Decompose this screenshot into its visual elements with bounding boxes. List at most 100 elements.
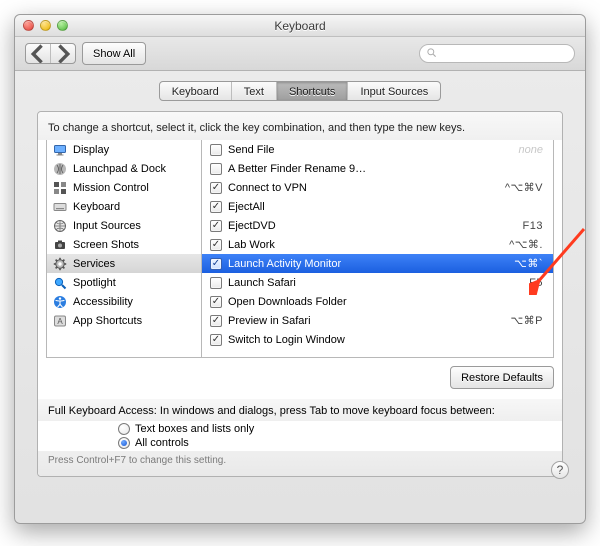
shortcut-value[interactable]: ^⌥⌘V — [505, 181, 547, 194]
service-checkbox[interactable] — [210, 334, 222, 346]
service-checkbox[interactable] — [210, 163, 222, 175]
service-checkbox[interactable] — [210, 239, 222, 251]
service-row[interactable]: Switch to Login Window — [202, 330, 553, 349]
window-titlebar: Keyboard — [15, 15, 585, 37]
fka-radio-1[interactable] — [118, 423, 130, 435]
help-button[interactable]: ? — [551, 461, 569, 479]
service-row[interactable]: Launch SafariF5 — [202, 273, 553, 292]
category-input-sources[interactable]: Input Sources — [47, 216, 201, 235]
shortcut-value[interactable]: F13 — [523, 220, 547, 232]
service-checkbox[interactable] — [210, 220, 222, 232]
globe-icon — [53, 219, 67, 233]
service-checkbox[interactable] — [210, 277, 222, 289]
tab-keyboard[interactable]: Keyboard — [160, 82, 231, 100]
category-mission-control[interactable]: Mission Control — [47, 178, 201, 197]
back-button[interactable] — [26, 44, 50, 63]
category-label: Services — [73, 258, 115, 270]
restore-defaults-button[interactable]: Restore Defaults — [450, 366, 554, 389]
window-controls — [23, 20, 68, 31]
forward-button[interactable] — [50, 44, 75, 63]
category-label: Accessibility — [73, 296, 133, 308]
category-label: Mission Control — [73, 182, 149, 194]
service-row[interactable]: Send Filenone — [202, 140, 553, 159]
shortcut-value[interactable]: ^⌥⌘. — [509, 238, 547, 251]
shortcut-value[interactable]: ⌥⌘P — [510, 314, 547, 327]
service-name: Switch to Login Window — [228, 334, 547, 346]
shortcut-none: none — [519, 144, 547, 156]
instruction-text: To change a shortcut, select it, click t… — [38, 112, 562, 140]
service-checkbox[interactable] — [210, 315, 222, 327]
category-label: Launchpad & Dock — [73, 163, 166, 175]
category-keyboard[interactable]: Keyboard — [47, 197, 201, 216]
tab-shortcuts[interactable]: Shortcuts — [276, 82, 347, 100]
display-icon — [53, 143, 67, 157]
shortcut-value[interactable]: F5 — [529, 277, 547, 289]
content-area: KeyboardTextShortcutsInput Sources To ch… — [15, 71, 585, 491]
fka-option-all[interactable]: All controls — [118, 437, 562, 449]
category-list[interactable]: Display Launchpad & Dock Mission Control Ke… — [46, 140, 202, 358]
category-launchpad-dock[interactable]: Launchpad & Dock — [47, 159, 201, 178]
shortcuts-pane: To change a shortcut, select it, click t… — [37, 111, 563, 477]
service-row[interactable]: Lab Work^⌥⌘. — [202, 235, 553, 254]
shortcut-value[interactable]: ⌥⌘` — [514, 257, 547, 270]
service-name: Open Downloads Folder — [228, 296, 547, 308]
service-row[interactable]: EjectDVD F13 — [202, 216, 553, 235]
category-label: App Shortcuts — [73, 315, 142, 327]
category-label: Keyboard — [73, 201, 120, 213]
category-accessibility[interactable]: Accessibility — [47, 292, 201, 311]
fka-hint: Press Control+F7 to change this setting. — [38, 451, 562, 476]
category-label: Spotlight — [73, 277, 116, 289]
close-icon[interactable] — [23, 20, 34, 31]
category-label: Screen Shots — [73, 239, 139, 251]
zoom-icon[interactable] — [57, 20, 68, 31]
fka-option-textboxes[interactable]: Text boxes and lists only — [118, 423, 562, 435]
launchpad-icon — [53, 162, 67, 176]
tab-input-sources[interactable]: Input Sources — [347, 82, 440, 100]
search-field[interactable] — [419, 44, 575, 63]
service-name: Preview in Safari — [228, 315, 504, 327]
service-checkbox[interactable] — [210, 201, 222, 213]
category-spotlight[interactable]: Spotlight — [47, 273, 201, 292]
prefs-window: Keyboard Show All KeyboardTextShortcutsI… — [14, 14, 586, 524]
service-row[interactable]: Launch Activity Monitor ⌥⌘` — [202, 254, 553, 273]
fka-radio-2[interactable] — [118, 437, 130, 449]
service-name: Launch Activity Monitor — [228, 258, 508, 270]
category-display[interactable]: Display — [47, 140, 201, 159]
full-keyboard-access-options: Text boxes and lists only All controls — [38, 421, 562, 451]
service-name: EjectAll — [228, 201, 547, 213]
gear-icon — [53, 257, 67, 271]
category-label: Input Sources — [73, 220, 141, 232]
service-name: A Better Finder Rename 9… — [228, 163, 547, 175]
service-name: EjectDVD — [228, 220, 517, 232]
show-all-button[interactable]: Show All — [82, 42, 146, 65]
shortcuts-list[interactable]: Send Filenone A Better Finder Rename 9… Co… — [202, 140, 554, 358]
minimize-icon[interactable] — [40, 20, 51, 31]
search-icon — [426, 47, 437, 61]
spotlight-icon — [53, 276, 67, 290]
tab-bar: KeyboardTextShortcutsInput Sources — [37, 81, 563, 101]
service-checkbox[interactable] — [210, 182, 222, 194]
category-services[interactable]: Services — [47, 254, 201, 273]
category-screen-shots[interactable]: Screen Shots — [47, 235, 201, 254]
tab-text[interactable]: Text — [231, 82, 276, 100]
service-name: Connect to VPN — [228, 182, 499, 194]
screenshots-icon — [53, 238, 67, 252]
app-shortcuts-icon: A — [53, 314, 67, 328]
service-row[interactable]: Connect to VPN ^⌥⌘V — [202, 178, 553, 197]
nav-segmented — [25, 43, 76, 64]
category-app-shortcuts[interactable]: A App Shortcuts — [47, 311, 201, 330]
service-checkbox[interactable] — [210, 258, 222, 270]
full-keyboard-access-label: Full Keyboard Access: In windows and dia… — [38, 399, 562, 421]
toolbar: Show All — [15, 37, 585, 71]
search-input[interactable] — [441, 48, 568, 60]
mission-control-icon — [53, 181, 67, 195]
service-checkbox[interactable] — [210, 144, 222, 156]
keyboard-icon — [53, 200, 67, 214]
service-row[interactable]: EjectAll — [202, 197, 553, 216]
service-checkbox[interactable] — [210, 296, 222, 308]
service-row[interactable]: Open Downloads Folder — [202, 292, 553, 311]
window-title: Keyboard — [274, 19, 325, 33]
svg-text:A: A — [57, 317, 63, 326]
service-row[interactable]: Preview in Safari ⌥⌘P — [202, 311, 553, 330]
service-row[interactable]: A Better Finder Rename 9… — [202, 159, 553, 178]
